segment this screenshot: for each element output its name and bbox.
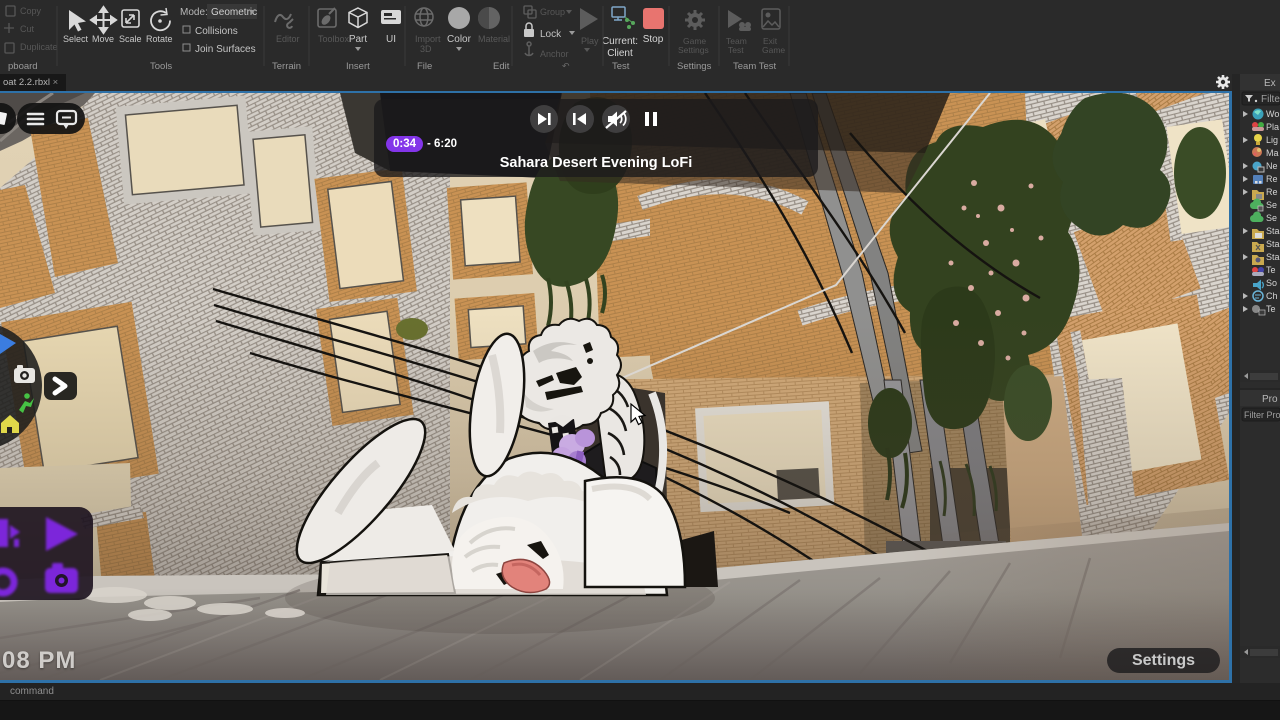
svg-text:Scale: Scale xyxy=(119,34,142,44)
svg-text:Game: Game xyxy=(762,45,785,55)
svg-text:Join Surfaces: Join Surfaces xyxy=(195,44,256,55)
svg-text:Stop: Stop xyxy=(643,34,664,45)
svg-text:Ex: Ex xyxy=(1264,78,1276,89)
svg-text:Te: Te xyxy=(1266,304,1276,314)
svg-text:Sta: Sta xyxy=(1266,239,1280,249)
svg-text:Current:: Current: xyxy=(602,36,638,47)
svg-text:3D: 3D xyxy=(420,44,432,54)
svg-text:Insert: Insert xyxy=(346,61,370,72)
svg-text:Pla: Pla xyxy=(1266,122,1279,132)
svg-text:Copy: Copy xyxy=(20,6,42,16)
svg-text:Play: Play xyxy=(581,36,599,46)
svg-text:Color: Color xyxy=(447,34,472,45)
svg-text:File: File xyxy=(417,61,432,72)
svg-text:Tools: Tools xyxy=(150,61,172,72)
svg-text:Ma: Ma xyxy=(1266,148,1279,158)
svg-text:Lock: Lock xyxy=(540,29,562,40)
svg-text:Team Test: Team Test xyxy=(733,61,776,72)
svg-text:Sta: Sta xyxy=(1266,252,1280,262)
svg-text:Move: Move xyxy=(92,34,114,44)
svg-text:Filter Prop: Filter Prop xyxy=(1244,410,1280,420)
svg-text:Test: Test xyxy=(728,45,744,55)
svg-text:UI: UI xyxy=(386,34,396,45)
svg-text:Se: Se xyxy=(1266,213,1277,223)
svg-text:Filter: Filter xyxy=(1261,94,1280,105)
svg-text:Geometric: Geometric xyxy=(211,7,257,18)
svg-text:Settings: Settings xyxy=(678,45,709,55)
svg-text:So: So xyxy=(1266,278,1277,288)
svg-text:Edit: Edit xyxy=(493,61,510,72)
svg-text:Settings: Settings xyxy=(677,61,712,72)
svg-text:Rotate: Rotate xyxy=(146,34,173,44)
svg-text:Client: Client xyxy=(607,48,633,59)
svg-text:Import: Import xyxy=(415,34,441,44)
svg-text:Se: Se xyxy=(1266,200,1277,210)
svg-text:Terrain: Terrain xyxy=(272,61,301,72)
svg-text:Test: Test xyxy=(612,61,630,72)
svg-text:Anchor: Anchor xyxy=(540,49,569,59)
svg-text:Select: Select xyxy=(63,34,89,44)
svg-text:Re: Re xyxy=(1266,174,1278,184)
svg-text:↶: ↶ xyxy=(562,61,570,71)
svg-text:Duplicate: Duplicate xyxy=(20,42,58,52)
svg-text:Collisions: Collisions xyxy=(195,26,238,37)
svg-text:Pro: Pro xyxy=(1262,394,1278,405)
svg-text:Group: Group xyxy=(540,7,565,17)
svg-text:Lig: Lig xyxy=(1266,135,1278,145)
svg-text:Part: Part xyxy=(349,34,368,45)
svg-text:Mode:: Mode: xyxy=(180,7,208,18)
svg-text:Ch: Ch xyxy=(1266,291,1278,301)
svg-text:pboard: pboard xyxy=(8,61,38,72)
svg-text:Editor: Editor xyxy=(276,34,300,44)
svg-text:Re: Re xyxy=(1266,187,1278,197)
svg-text:Ne: Ne xyxy=(1266,161,1278,171)
svg-text:Material: Material xyxy=(478,34,510,44)
svg-text:Wo: Wo xyxy=(1266,109,1279,119)
svg-text:Toolbox: Toolbox xyxy=(318,34,350,44)
svg-text:Te: Te xyxy=(1266,265,1276,275)
svg-text:Cut: Cut xyxy=(20,24,35,34)
svg-text:Sta: Sta xyxy=(1266,226,1280,236)
